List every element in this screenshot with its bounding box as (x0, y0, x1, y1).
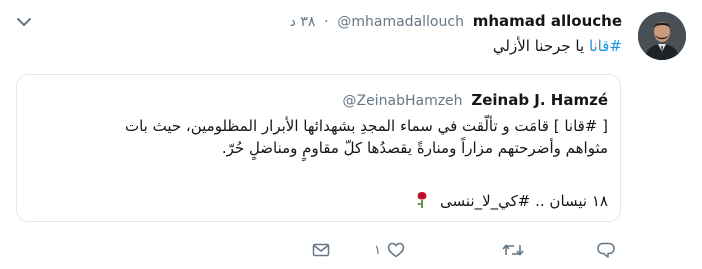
author-name[interactable]: mhamad allouche (473, 12, 622, 30)
quoted-tweet-header: Zeinab J. Hamzé @ZeinabHamzeh (29, 90, 608, 111)
author-handle[interactable]: @mhamadallouch (337, 11, 464, 33)
quoted-footer-text: ١٨ نيسان .. #كي_لا_ننسى (440, 192, 608, 210)
dm-button[interactable] (312, 238, 330, 262)
tweet-actions: ١ (0, 238, 702, 262)
chevron-down-icon[interactable] (16, 14, 32, 30)
rose-icon (415, 191, 429, 215)
retweet-icon (502, 244, 524, 256)
like-count: ١ (374, 242, 381, 258)
quoted-text-line-1: [ #قانا ] قامَت و تألّقت في سماء المجدِ … (124, 117, 608, 135)
tweet-text: #قانا يا جرحنا الأزلي (40, 35, 622, 57)
reply-button[interactable] (596, 238, 616, 262)
like-button[interactable]: ١ (374, 238, 405, 262)
quoted-tweet-text: [ #قانا ] قامَت و تألّقت في سماء المجدِ … (29, 115, 608, 159)
reply-icon (597, 242, 615, 258)
quoted-text-line-2: مثواهم وأضرحتهم مزاراً ومنارةً يقصدُها ك… (221, 139, 608, 157)
quoted-author-name[interactable]: Zeinab J. Hamzé (471, 91, 608, 109)
retweet-button[interactable] (502, 238, 524, 262)
envelope-icon (312, 243, 330, 257)
tweet-header: mhamad allouche @mhamadallouch · ٣٨ د (40, 10, 622, 32)
separator-dot: · (324, 14, 329, 30)
author-avatar[interactable] (638, 12, 686, 60)
tweet-timestamp[interactable]: ٣٨ د (290, 14, 316, 30)
quoted-author-handle[interactable]: @ZeinabHamzeh (343, 91, 463, 111)
quoted-tweet-footer: ١٨ نيسان .. #كي_لا_ننسى (29, 190, 608, 215)
quoted-tweet-card[interactable]: Zeinab J. Hamzé @ZeinabHamzeh [ #قانا ] … (16, 74, 621, 222)
tweet-text-body: يا جرحنا الأزلي (492, 37, 589, 55)
avatar-image (638, 12, 686, 60)
heart-icon (387, 242, 405, 258)
hashtag-link[interactable]: #قانا (589, 37, 622, 55)
